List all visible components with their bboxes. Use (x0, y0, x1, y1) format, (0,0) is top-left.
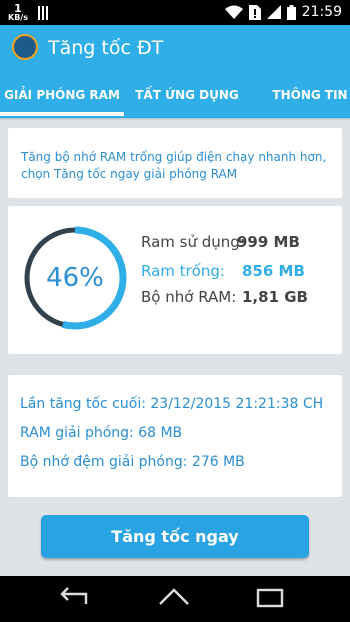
cache-freed-text: Bộ nhớ đệm giải phóng: 276 MB (20, 454, 245, 470)
network-speed: 1 KB/s (8, 3, 28, 22)
status-right: 21:59 (224, 4, 342, 20)
boost-history-card: Lần tăng tốc cuối: 23/12/2015 21:21:38 C… (8, 375, 342, 497)
description-text: Tăng bộ nhớ RAM trống giúp điện chạy nha… (21, 150, 327, 181)
app-title: Tăng tốc ĐT (48, 37, 164, 59)
ram-usage-percent: 46% (46, 263, 104, 293)
ram-free-label: Ram trống: (141, 262, 225, 280)
network-speed-unit: KB/s (8, 13, 28, 22)
recent-apps-icon[interactable] (256, 588, 284, 608)
tab-free-ram[interactable]: GIẢI PHÓNG RAM (0, 70, 124, 118)
home-icon[interactable] (156, 586, 192, 608)
tab-all-apps[interactable]: TẤT ỨNG DỤNG (124, 70, 250, 118)
active-tab-indicator (0, 112, 124, 116)
barcode-notification-icon (37, 5, 48, 20)
clock: 21:59 (301, 4, 342, 20)
wifi-icon (224, 5, 243, 19)
ram-total-value: 1,81 GB (242, 288, 308, 306)
status-bar: 1 KB/s 21:59 (0, 0, 350, 25)
ram-total-label: Bộ nhớ RAM: (141, 288, 237, 306)
ram-used-label: Ram sử dụng: (141, 233, 245, 251)
no-sim-icon (248, 4, 261, 20)
status-left: 1 KB/s (8, 3, 48, 22)
signal-icon (266, 5, 281, 19)
ram-freed-text: RAM giải phóng: 68 MB (20, 425, 183, 441)
ram-free-value: 856 MB (242, 262, 305, 280)
last-boost-text: Lần tăng tốc cuối: 23/12/2015 21:21:38 C… (20, 396, 324, 412)
tab-info[interactable]: THÔNG TIN (250, 70, 350, 118)
app-logo-icon (12, 34, 38, 60)
description-card: Tăng bộ nhớ RAM trống giúp điện chạy nha… (8, 128, 342, 198)
app-bar: Tăng tốc ĐT (0, 25, 350, 70)
ram-status-card: 46% Ram sử dụng: 999 MB Ram trống: 856 M… (8, 206, 342, 354)
ram-used-value: 999 MB (237, 233, 300, 251)
tab-bar-shadow (0, 118, 350, 121)
back-icon[interactable] (56, 586, 90, 608)
tab-bar: GIẢI PHÓNG RAM TẤT ỨNG DỤNG THÔNG TIN (0, 70, 350, 118)
boost-now-button[interactable]: Tăng tốc ngay (41, 515, 309, 558)
battery-icon (286, 4, 296, 20)
navigation-bar (0, 576, 350, 622)
